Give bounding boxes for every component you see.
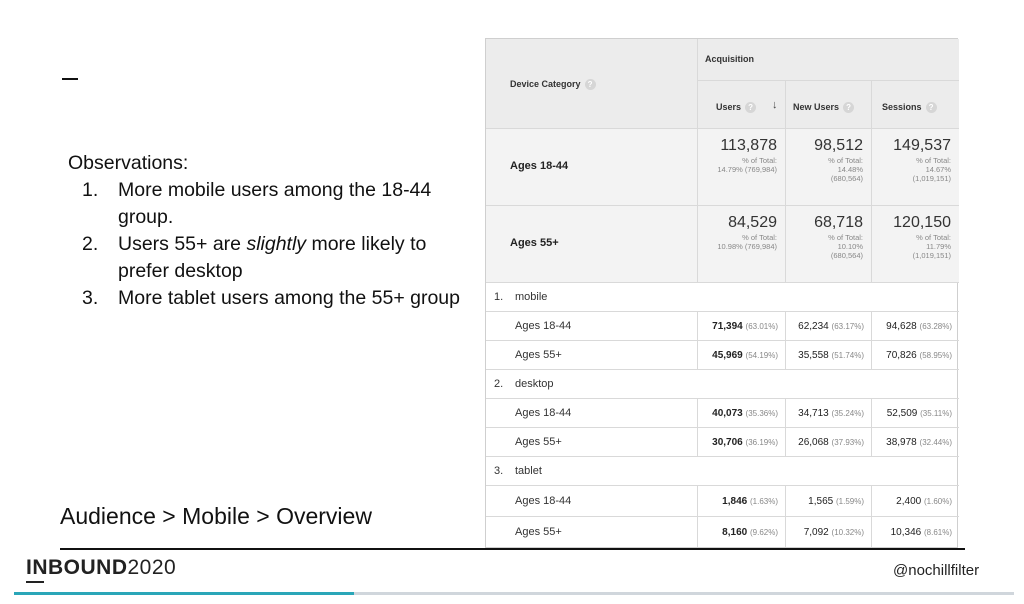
table-row: Ages 18-44 (486, 399, 698, 428)
summary-row-label: Ages 55+ (486, 206, 698, 283)
observations-title: Observations: (68, 152, 189, 174)
summary-row-label: Ages 18-44 (486, 129, 698, 206)
bottom-bar-accent (14, 592, 354, 595)
summary-cell: 98,512 % of Total: 14.48% (680,564) (786, 129, 872, 206)
device-category-header[interactable]: Device Category? (486, 39, 698, 129)
brand-logo: INBOUND2020 (26, 556, 176, 583)
summary-cell: 120,150 % of Total: 11.79% (1,019,151) (872, 206, 959, 283)
breadcrumb: Audience > Mobile > Overview (60, 503, 372, 529)
table-row: Ages 18-44 (486, 486, 698, 517)
column-header-users[interactable]: Users? ↓ (698, 81, 786, 129)
column-header-new-users[interactable]: New Users? (786, 81, 872, 129)
help-icon[interactable]: ? (745, 102, 757, 114)
table-row: Ages 55+ (486, 428, 698, 457)
analytics-table: Device Category? Acquisition Users? ↓ Ne… (485, 38, 959, 548)
group-row-mobile[interactable]: 1. mobile (486, 283, 959, 312)
brand-underline (26, 581, 44, 583)
table-row: Ages 55+ (486, 341, 698, 370)
observation-item: 1. More mobile users among the 18-44 gro… (82, 179, 432, 228)
summary-cell: 68,718 % of Total: 10.10% (680,564) (786, 206, 872, 283)
table-row: Ages 18-44 (486, 312, 698, 341)
sort-down-icon[interactable]: ↓ (772, 99, 778, 111)
help-icon[interactable]: ? (584, 79, 596, 91)
group-row-desktop[interactable]: 2. desktop (486, 370, 959, 399)
help-icon[interactable]: ? (843, 102, 855, 114)
bottom-bar (14, 592, 1014, 595)
summary-cell: 84,529 % of Total: 10.98% (769,984) (698, 206, 786, 283)
observation-item: 3. More tablet users among the 55+ group (82, 287, 461, 309)
group-row-tablet[interactable]: 3. tablet (486, 457, 959, 486)
observations-block: Observations: 1. More mobile users among… (68, 150, 468, 312)
summary-cell: 149,537 % of Total: 14.67% (1,019,151) (872, 129, 959, 206)
table-row: Ages 55+ (486, 517, 698, 547)
summary-cell: 113,878 % of Total: 14.79% (769,984) (698, 129, 786, 206)
twitter-handle: @nochillfilter (893, 562, 980, 579)
observation-item: 2. Users 55+ are slightly more likely to… (82, 233, 427, 282)
acquisition-header: Acquisition (698, 39, 959, 81)
help-icon[interactable]: ? (925, 102, 937, 114)
title-dash (62, 78, 78, 80)
footer-rule (60, 548, 965, 550)
column-header-sessions[interactable]: Sessions? (872, 81, 959, 129)
observations-list: 1. More mobile users among the 18-44 gro… (68, 177, 468, 312)
